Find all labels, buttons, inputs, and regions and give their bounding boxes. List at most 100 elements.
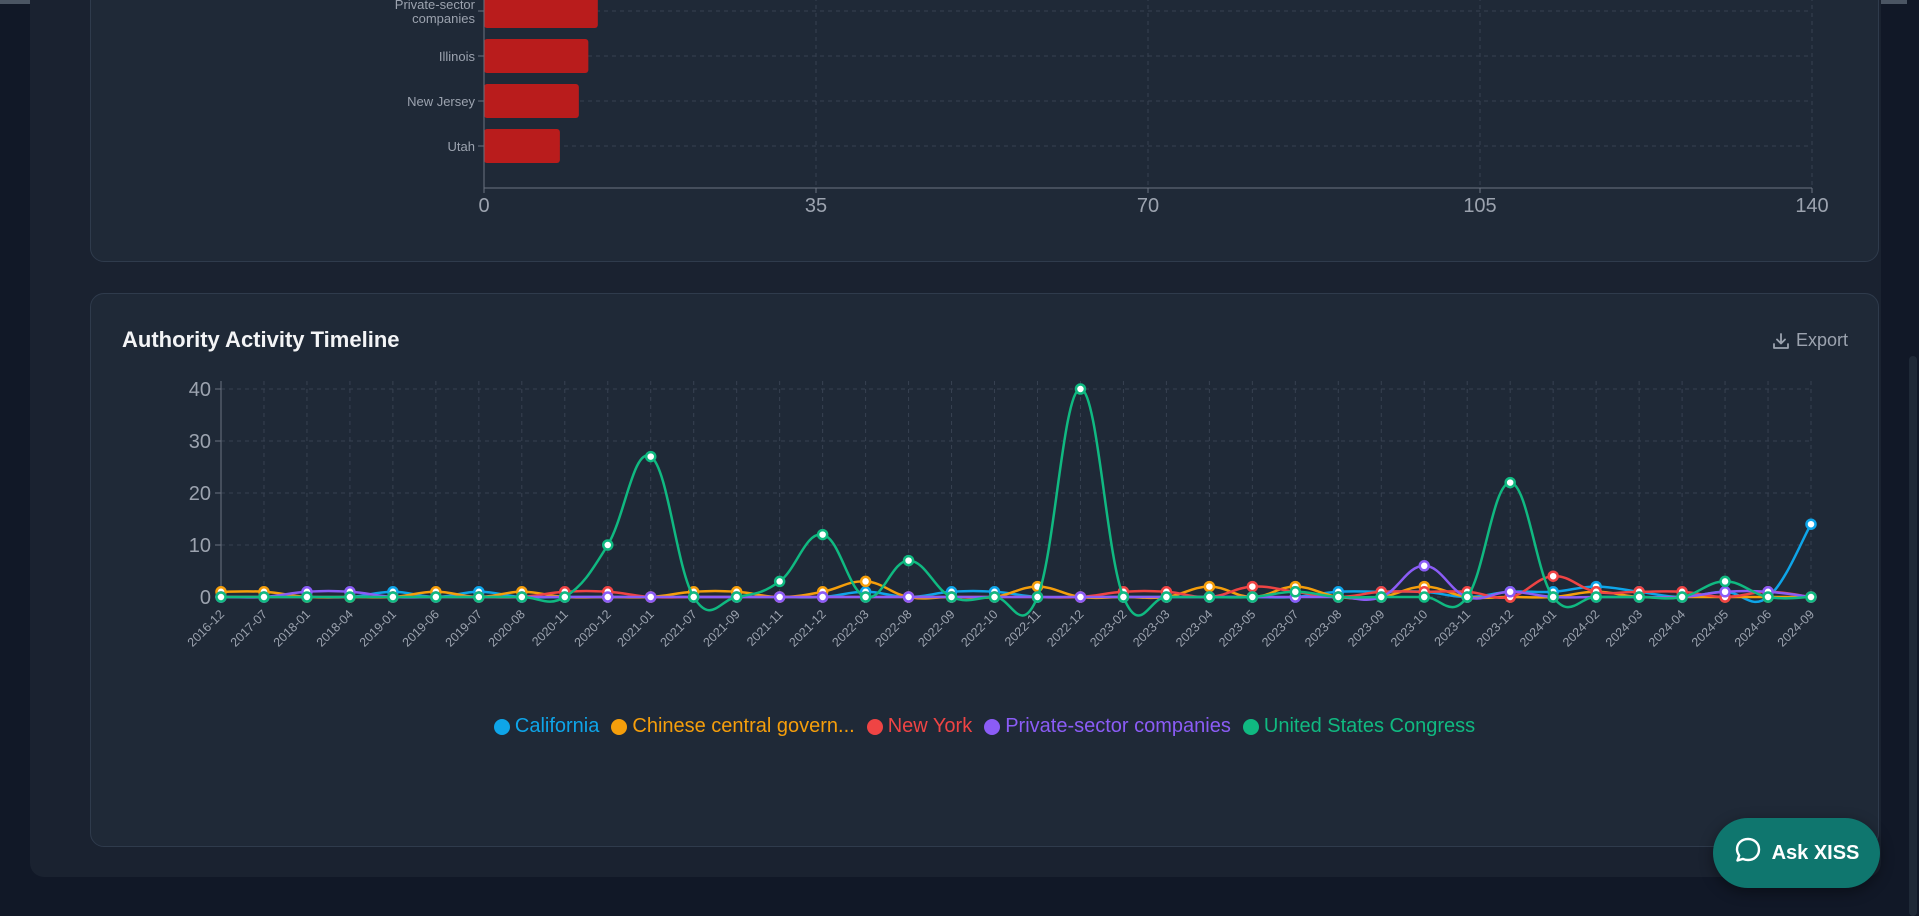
series-point-united-states-congress: [1504, 476, 1516, 489]
timeline-x-tick-label: 2024-04: [1646, 607, 1688, 649]
bar-x-tick-label: 0: [478, 195, 489, 217]
timeline-x-tick-label: 2021-09: [700, 607, 742, 649]
bar-new-jersey: [484, 84, 579, 118]
bar-category-label: New Jersey: [407, 94, 475, 109]
timeline-x-tick-label: 2024-09: [1775, 607, 1817, 649]
timeline-y-tick-label: 20: [189, 483, 211, 505]
timeline-x-tick-label: 2023-05: [1216, 607, 1258, 649]
legend-item-california[interactable]: California: [493, 715, 600, 738]
legend-item-united-states-congress[interactable]: United States Congress: [1242, 715, 1475, 738]
legend-label: California: [514, 715, 600, 737]
legend-item-new-york[interactable]: New York: [866, 715, 973, 738]
series-point-united-states-congress: [687, 591, 700, 603]
series-point-united-states-congress: [1418, 591, 1430, 603]
series-point-united-states-congress: [1375, 591, 1388, 603]
timeline-x-tick-label: 2021-07: [657, 607, 699, 649]
bar-utah: [484, 129, 560, 163]
series-point-united-states-congress: [1633, 591, 1645, 603]
timeline-x-tick-label: 2018-01: [271, 607, 313, 649]
legend-label: Chinese central govern...: [632, 715, 855, 737]
series-point-private-sector-companies: [816, 591, 829, 603]
series-point-united-states-congress: [516, 591, 528, 603]
series-point-united-states-congress: [859, 591, 872, 603]
series-point-united-states-congress: [559, 591, 571, 603]
bar-illinois: [484, 39, 589, 73]
authority-timeline-card: Authority Activity Timeline Export 0 10 20…: [90, 293, 1879, 847]
legend-item-private-sector-companies[interactable]: Private-sector companies: [984, 715, 1231, 738]
series-point-united-states-congress: [773, 575, 786, 588]
series-point-united-states-congress: [1719, 575, 1731, 588]
ask-xiss-button[interactable]: Ask XISS: [1713, 818, 1880, 888]
bar-category-label: Illinois: [439, 49, 476, 64]
series-point-united-states-congress: [1031, 591, 1044, 603]
timeline-x-tick-label: 2024-01: [1517, 607, 1559, 649]
series-point-private-sector-companies: [902, 591, 915, 603]
timeline-x-tick-label: 2023-03: [1130, 607, 1172, 649]
series-point-united-states-congress: [730, 591, 743, 603]
series-point-private-sector-companies: [602, 591, 614, 603]
series-point-united-states-congress: [1117, 591, 1130, 603]
legend-swatch: [866, 718, 883, 735]
series-point-new-york: [1246, 580, 1259, 593]
series-point-united-states-congress: [1762, 591, 1774, 603]
timeline-x-tick-label: 2020-11: [529, 607, 571, 649]
scrollbar-thumb[interactable]: [1909, 356, 1917, 916]
legend-swatch: [611, 718, 628, 735]
series-point-united-states-congress: [1805, 591, 1817, 603]
bar-category-label: Utah: [448, 139, 475, 154]
timeline-x-tick-label: 2019-06: [400, 607, 442, 649]
timeline-y-tick-label: 30: [189, 431, 211, 453]
legend-swatch: [984, 718, 1001, 735]
timeline-x-tick-label: 2024-03: [1603, 607, 1645, 649]
scrollbar-track[interactable]: [1907, 0, 1919, 916]
timeline-legend: California Chinese central govern... New Y…: [91, 715, 1878, 738]
timeline-x-tick-label: 2023-12: [1474, 607, 1516, 649]
legend-swatch: [1242, 718, 1259, 735]
content-panel: 0 35 70 105 140 Private-sector companies Illino…: [30, 0, 1881, 877]
timeline-y-tick-label: 10: [189, 535, 211, 557]
bar-x-tick-label: 70: [1137, 195, 1159, 217]
timeline-x-tick-label: 2020-12: [572, 607, 614, 649]
series-point-united-states-congress: [1461, 591, 1473, 603]
series-point-united-states-congress: [258, 591, 270, 603]
series-point-united-states-congress: [473, 591, 485, 603]
series-point-united-states-congress: [387, 591, 399, 603]
legend-item-chinese-central-govern[interactable]: Chinese central govern...: [611, 715, 855, 738]
timeline-x-tick-label: 2022-11: [1002, 607, 1044, 649]
legend-label: Private-sector companies: [1005, 715, 1231, 737]
timeline-x-tick-label: 2022-12: [1044, 607, 1086, 649]
chat-bubble-icon: [1734, 836, 1762, 870]
timeline-x-tick-label: 2019-01: [357, 607, 399, 649]
timeline-x-tick-label: 2016-12: [185, 607, 227, 649]
timeline-x-tick-label: 2018-04: [314, 607, 356, 649]
series-point-united-states-congress: [430, 591, 442, 603]
series-point-chinese-central-govern: [859, 575, 872, 588]
timeline-x-tick-label: 2021-12: [786, 607, 828, 649]
series-point-california: [1805, 518, 1817, 530]
series-point-private-sector-companies: [773, 591, 786, 603]
timeline-x-tick-label: 2022-08: [872, 607, 914, 649]
legend-label: New York: [887, 715, 973, 737]
series-point-united-states-congress: [816, 528, 829, 541]
series-point-united-states-congress: [1676, 591, 1688, 603]
series-point-private-sector-companies: [1418, 560, 1430, 572]
timeline-x-tick-label: 2023-09: [1345, 607, 1387, 649]
bar-x-tick-label: 35: [805, 195, 827, 217]
series-point-united-states-congress: [1289, 586, 1302, 598]
series-point-united-states-congress: [1332, 591, 1345, 603]
series-point-private-sector-companies: [1504, 586, 1516, 598]
series-point-private-sector-companies: [1074, 591, 1087, 603]
series-point-united-states-congress: [344, 591, 356, 603]
series-point-united-states-congress: [1547, 591, 1559, 603]
series-point-united-states-congress: [1160, 591, 1173, 603]
bar-x-tick-label: 140: [1795, 195, 1828, 217]
series-point-united-states-congress: [644, 450, 657, 463]
series-point-private-sector-companies: [1719, 586, 1731, 598]
timeline-x-tick-label: 2023-07: [1259, 607, 1301, 649]
timeline-x-tick-label: 2024-02: [1560, 607, 1602, 649]
timeline-x-tick-label: 2021-11: [744, 607, 786, 649]
bar-x-tick-label: 105: [1463, 195, 1496, 217]
authority-bar-chart: 0 35 70 105 140Private-sectorcompaniesIllino…: [395, 0, 1829, 217]
series-point-united-states-congress: [1074, 383, 1087, 395]
ask-xiss-label: Ask XISS: [1771, 841, 1860, 864]
